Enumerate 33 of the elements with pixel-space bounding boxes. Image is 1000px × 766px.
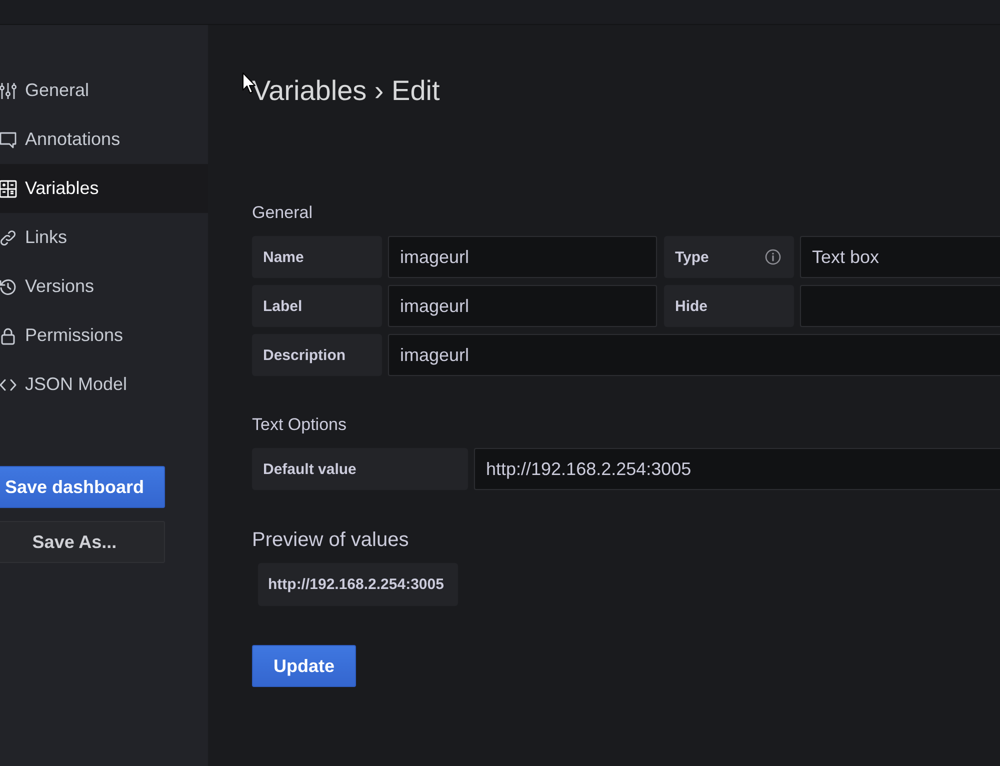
text-input[interactable]: http://192.168.2.254:3005	[474, 448, 1000, 490]
sidebar-item[interactable]: General	[0, 66, 208, 115]
label-text: Hide	[675, 298, 708, 314]
lock-icon	[0, 326, 17, 344]
link-icon	[0, 228, 17, 246]
sidebar-item[interactable]: Permissions	[0, 311, 208, 360]
sidebar-item[interactable]: Versions	[0, 262, 208, 311]
update-button[interactable]: Update	[252, 645, 356, 687]
grid-icon	[0, 180, 17, 198]
history-icon	[0, 278, 17, 296]
section-heading: Preview of values	[252, 528, 409, 553]
sidebar-item[interactable]: JSON Model	[0, 360, 208, 409]
page-title: Variables › Edit	[252, 74, 440, 108]
text-input[interactable]: imageurl	[388, 236, 657, 278]
label-text: Label	[263, 298, 302, 314]
preview-value: http://192.168.2.254:3005	[258, 563, 458, 606]
text-input[interactable]: imageurl	[388, 334, 1000, 376]
text-input[interactable]	[800, 285, 1000, 327]
section-heading: General	[252, 202, 312, 224]
label-text: Description	[263, 346, 346, 364]
comment-icon	[0, 130, 17, 148]
save-button[interactable]: Save dashboard	[0, 466, 165, 508]
text-input[interactable]: imageurl	[388, 285, 657, 327]
text-input[interactable]: Text box	[800, 236, 1000, 278]
info-icon[interactable]	[765, 249, 781, 265]
label-text: Default value	[263, 460, 356, 478]
label-text: Name	[263, 248, 304, 266]
sidebar-item[interactable]: Annotations	[0, 115, 208, 164]
section-heading: Text Options	[252, 414, 346, 436]
save-as-button[interactable]: Save As...	[0, 521, 165, 563]
label-text: Type	[675, 248, 709, 266]
sidebar-item[interactable]: Links	[0, 213, 208, 262]
sidebar-item[interactable]: Variables	[0, 164, 208, 213]
